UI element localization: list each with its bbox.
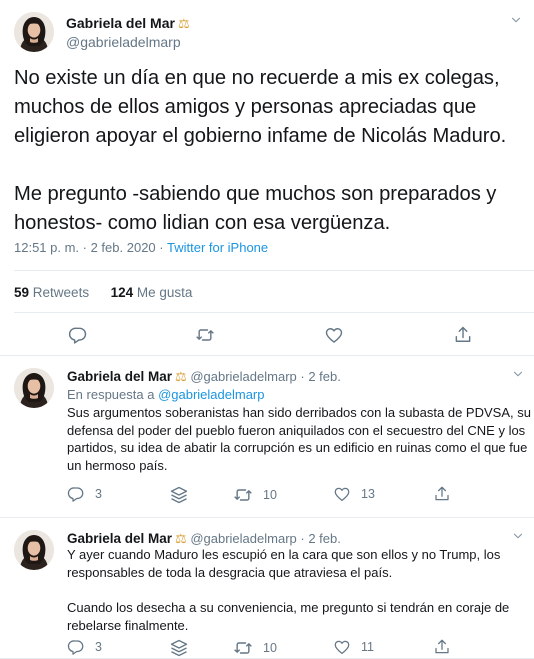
dot-separator: · [296,369,309,384]
avatar[interactable] [14,368,54,408]
reply-paragraph: Cuando los desecha a su conveniencia, me… [67,600,510,633]
timestamp[interactable]: 12:51 p. m. · 2 feb. 2020 [14,240,156,255]
scale-icon: ⚖ [175,369,187,384]
reply-header: Gabriela del Mar ⚖ @gabrieladelmarp · 2 f… [67,531,341,547]
reply-icon [67,485,85,503]
retweet-icon[interactable] [195,325,215,345]
share-icon [433,638,451,656]
thread-button[interactable] [169,638,189,658]
retweet-count: 10 [263,641,277,655]
layers-icon [169,638,189,658]
avatar[interactable] [14,530,54,570]
reply-text: Sus argumentos soberanistas han sido der… [67,404,532,475]
share-button[interactable] [433,485,451,503]
divider [14,312,534,313]
reply-text: Y ayer cuando Maduro les escupió en la c… [67,546,532,635]
tweet-stats: 59 Retweets 124 Me gusta [14,285,192,300]
like-count: 13 [361,487,375,501]
reply-date[interactable]: 2 feb. [308,531,341,546]
meta-separator: · [155,240,167,255]
retweets-count: 59 [14,285,30,300]
dot-separator: · [296,531,309,546]
author-name-text: Gabriela del Mar [66,15,175,31]
share-icon [433,485,451,503]
avatar-photo [14,530,54,570]
source-link[interactable]: Twitter for iPhone [167,240,268,255]
tweet-paragraph: Me pregunto -sabiendo que muchos son pre… [14,183,497,234]
reply-button[interactable]: 3 [67,485,102,503]
tweet-text: No existe un día en que no recuerde a mi… [14,64,534,238]
likes-stat[interactable]: 124 Me gusta [111,285,193,300]
retweet-icon [233,485,253,505]
share-icon[interactable] [453,325,473,345]
author-handle[interactable]: @gabrieladelmarp [66,34,181,50]
author-name[interactable]: Gabriela del Mar [67,369,172,384]
likes-count: 124 [110,285,134,300]
scale-icon: ⚖ [177,16,190,31]
reply-icon[interactable] [68,325,88,345]
scale-icon: ⚖ [175,531,187,546]
reply-icon [67,638,85,656]
like-count: 11 [361,640,374,654]
reply-count: 3 [95,640,102,654]
retweet-button[interactable]: 10 [233,638,277,658]
reply-date[interactable]: 2 feb. [308,369,341,384]
reply-button[interactable]: 3 [67,638,102,656]
retweet-count: 10 [263,488,277,502]
reply-header: Gabriela del Mar ⚖ @gabrieladelmarp · 2 f… [67,369,341,385]
avatar-photo [14,368,54,408]
chevron-down-icon[interactable] [509,13,523,27]
avatar[interactable] [14,12,54,52]
share-button[interactable] [433,638,451,656]
avatar-photo [14,12,54,52]
author-handle[interactable]: @gabrieladelmarp [190,369,296,384]
reply-paragraph: Sus argumentos soberanistas han sido der… [67,405,531,474]
like-button[interactable]: 11 [333,638,374,656]
replying-to-label: En respuesta a [67,387,159,402]
author-handle[interactable]: @gabrieladelmarp [190,531,296,546]
reply-count: 3 [95,487,102,501]
likes-label: Me gusta [136,285,193,300]
heart-icon [333,638,351,656]
chevron-down-icon[interactable] [511,529,525,543]
author-name[interactable]: Gabriela del Mar [67,531,172,546]
retweets-stat[interactable]: 59 Retweets [14,285,89,300]
author-name[interactable]: Gabriela del Mar ⚖ [66,15,190,32]
retweet-button[interactable]: 10 [233,485,277,505]
tweet-meta: 12:51 p. m. · 2 feb. 2020 · Twitter for … [14,240,268,255]
reply-paragraph: Y ayer cuando Maduro les escupió en la c… [67,547,501,580]
replying-to: En respuesta a @gabrieladelmarp [67,387,264,402]
chevron-down-icon[interactable] [511,367,525,381]
main-tweet: Gabriela del Mar ⚖ @gabrieladelmarp No ex… [0,0,534,356]
layers-icon [169,485,189,505]
like-button[interactable]: 13 [333,485,375,503]
heart-icon[interactable] [324,325,344,345]
reply-tweet[interactable]: Gabriela del Mar ⚖ @gabrieladelmarp · 2 f… [0,356,534,518]
tweet-paragraph: No existe un día en que no recuerde a mi… [14,67,507,147]
thread-button[interactable] [169,485,189,505]
retweets-label: Retweets [32,285,90,300]
retweet-icon [233,638,253,658]
divider [14,270,534,271]
heart-icon [333,485,351,503]
replying-to-handle[interactable]: @gabrieladelmarp [158,387,264,402]
reply-tweet[interactable]: Gabriela del Mar ⚖ @gabrieladelmarp · 2 f… [0,518,534,659]
